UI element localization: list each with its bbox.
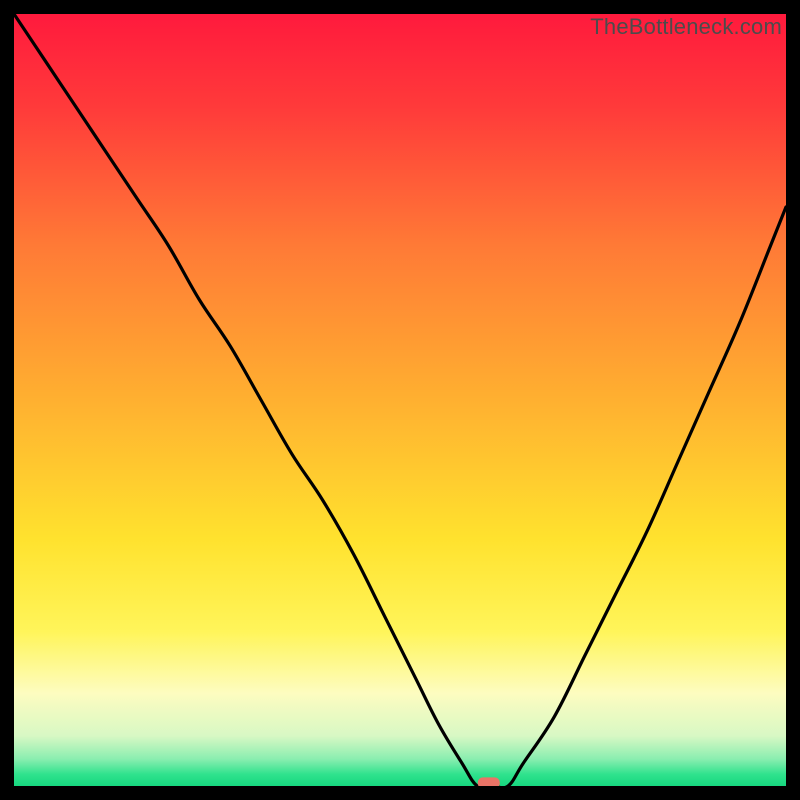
gradient-background <box>14 14 786 786</box>
chart-frame: TheBottleneck.com <box>14 14 786 786</box>
bottleneck-chart <box>14 14 786 786</box>
watermark-text: TheBottleneck.com <box>590 14 782 40</box>
optimal-marker <box>478 777 500 786</box>
